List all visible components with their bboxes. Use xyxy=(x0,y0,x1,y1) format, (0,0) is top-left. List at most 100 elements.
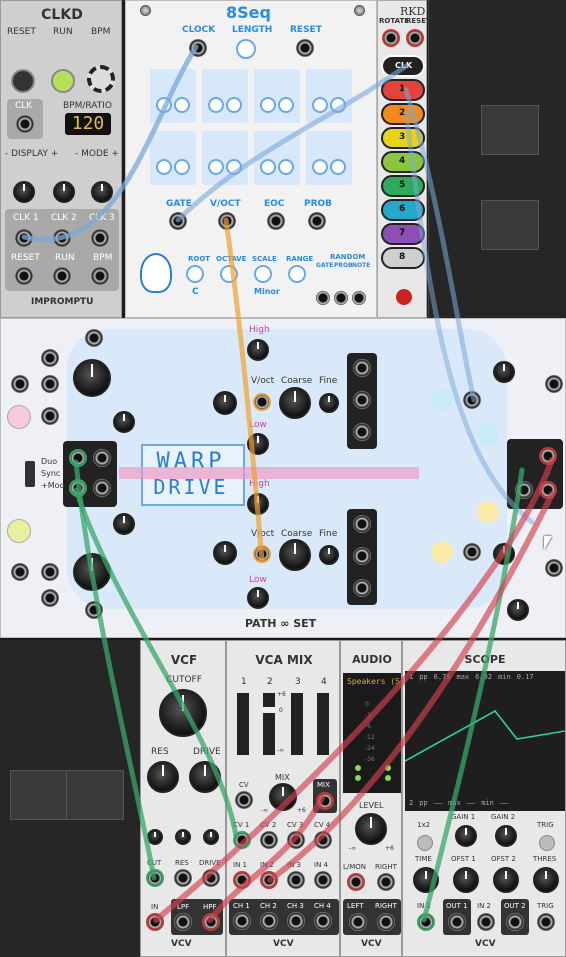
vcamix-in-row-jack[interactable] xyxy=(260,871,278,889)
8seq-step-4[interactable] xyxy=(306,69,352,123)
8seq-random-gate-jack[interactable] xyxy=(316,291,330,305)
vcamix-ch-row-jack[interactable] xyxy=(260,912,278,930)
clkd-knob-3[interactable] xyxy=(91,181,113,203)
step-knob[interactable] xyxy=(156,97,172,113)
8seq-clock-input-jack[interactable] xyxy=(189,39,207,57)
fader-handle[interactable] xyxy=(261,707,277,713)
step-knob[interactable] xyxy=(330,97,346,113)
8seq-length-knob[interactable] xyxy=(236,39,256,59)
warp-right-knob-3[interactable] xyxy=(507,599,529,621)
warp-mode-switch[interactable] xyxy=(25,461,35,487)
vcamix-cv-jack[interactable] xyxy=(235,791,253,809)
scope-trig-button[interactable] xyxy=(539,835,555,851)
8seq-reset-input-jack[interactable] xyxy=(296,39,314,57)
scope-out1-jack[interactable] xyxy=(448,913,466,931)
warp-jack-top-c[interactable] xyxy=(11,375,29,393)
warp-voct-input-jack-bottom[interactable] xyxy=(253,545,271,563)
clkd-run-output-jack[interactable] xyxy=(53,267,71,285)
8seq-step-5[interactable] xyxy=(150,131,196,185)
scope-time-knob[interactable] xyxy=(413,867,439,893)
vcf-hpf-jack[interactable] xyxy=(202,913,220,931)
step-knob[interactable] xyxy=(330,159,346,175)
8seq-scale-knob[interactable] xyxy=(254,265,272,283)
8seq-eoc-output-jack[interactable] xyxy=(267,212,285,230)
vcf-lpf-jack[interactable] xyxy=(174,913,192,931)
scope-1x2-button[interactable] xyxy=(417,835,433,851)
step-knob[interactable] xyxy=(312,97,328,113)
vcamix-fader-2[interactable] xyxy=(261,693,277,755)
warp-right-jack-2[interactable] xyxy=(463,543,481,561)
8seq-voct-output-jack[interactable] xyxy=(218,212,236,230)
clkd-reset-led-button[interactable] xyxy=(11,69,35,93)
scope-gain2-knob[interactable] xyxy=(495,825,517,847)
warp-jack-bottom-a[interactable] xyxy=(85,601,103,619)
clkd-knob-1[interactable] xyxy=(13,181,35,203)
step-knob[interactable] xyxy=(208,159,224,175)
warp-low-knob-bottom[interactable] xyxy=(247,587,269,609)
vcf-drive-input-jack[interactable] xyxy=(202,869,220,887)
8seq-octave-knob[interactable] xyxy=(220,265,238,283)
8seq-random-note-jack[interactable] xyxy=(352,291,366,305)
vcamix-in-row-jack[interactable] xyxy=(233,871,251,889)
8seq-step-8[interactable] xyxy=(306,131,352,185)
warp-out-jack[interactable] xyxy=(353,579,371,597)
vcf-cut-input-jack[interactable] xyxy=(146,869,164,887)
rkd-output-row[interactable]: 8 xyxy=(381,247,425,269)
vcamix-cv-row-jack[interactable] xyxy=(287,831,305,849)
warp-right-jack-3[interactable] xyxy=(545,375,563,393)
warp-io-jack-3[interactable] xyxy=(539,481,557,499)
8seq-random-prob-jack[interactable] xyxy=(334,291,348,305)
warp-jack-top-d[interactable] xyxy=(41,375,59,393)
warp-knob-top-2[interactable] xyxy=(113,411,135,433)
vcamix-ch-row-jack[interactable] xyxy=(287,912,305,930)
warp-jack-bottom-d[interactable] xyxy=(41,563,59,581)
vcf-cut-atten[interactable] xyxy=(147,829,163,845)
audio-lmon-jack[interactable] xyxy=(347,873,365,891)
rkd-output-row[interactable]: 3 xyxy=(381,127,425,149)
warp-jack-top-a[interactable] xyxy=(85,329,103,347)
clkd-clk1-output-jack[interactable] xyxy=(15,229,33,247)
warp-low-knob-top[interactable] xyxy=(247,433,269,455)
warp-fine-knob-top[interactable] xyxy=(319,393,339,413)
8seq-gate-output-jack[interactable] xyxy=(169,212,187,230)
step-knob[interactable] xyxy=(174,97,190,113)
warp-high-knob-bottom[interactable] xyxy=(247,493,269,515)
8seq-step-2[interactable] xyxy=(202,69,248,123)
rkd-output-row[interactable]: 5 xyxy=(381,175,425,197)
8seq-step-7[interactable] xyxy=(254,131,300,185)
clkd-clk3-output-jack[interactable] xyxy=(91,229,109,247)
warp-right-circle-4[interactable] xyxy=(477,501,499,523)
rkd-output-row[interactable]: 1 xyxy=(381,79,425,101)
warp-voct-input-jack-top[interactable] xyxy=(253,393,271,411)
warp-jack-bottom-b[interactable] xyxy=(41,589,59,607)
warp-high-knob-top[interactable] xyxy=(247,339,269,361)
clkd-clk-input-jack[interactable] xyxy=(16,115,34,133)
8seq-step-3[interactable] xyxy=(254,69,300,123)
audio-right-out-jack[interactable] xyxy=(377,913,395,931)
audio-right-in-jack[interactable] xyxy=(377,873,395,891)
warp-out-jack[interactable] xyxy=(353,423,371,441)
8seq-root-knob[interactable] xyxy=(186,265,204,283)
step-knob[interactable] xyxy=(226,159,242,175)
vcf-drive-atten[interactable] xyxy=(203,829,219,845)
step-knob[interactable] xyxy=(226,97,242,113)
clkd-bpm-knob[interactable] xyxy=(87,65,115,93)
scope-trig-jack[interactable] xyxy=(537,913,555,931)
clkd-reset-output-jack[interactable] xyxy=(15,267,33,285)
warp-right-circle-2[interactable] xyxy=(477,423,499,445)
vcamix-mix-output-jack[interactable] xyxy=(316,792,334,810)
warp-io-jack-1[interactable] xyxy=(539,447,557,465)
vcf-res-atten[interactable] xyxy=(175,829,191,845)
warp-mode-jack-4[interactable] xyxy=(93,479,111,497)
step-knob[interactable] xyxy=(174,159,190,175)
scope-in2-jack[interactable] xyxy=(477,913,495,931)
scope-out2-jack[interactable] xyxy=(506,913,524,931)
step-knob[interactable] xyxy=(312,159,328,175)
warp-right-knob-1[interactable] xyxy=(493,361,515,383)
warp-jack-bottom-c[interactable] xyxy=(11,563,29,581)
clkd-clk2-output-jack[interactable] xyxy=(53,229,71,247)
step-knob[interactable] xyxy=(278,159,294,175)
clkd-knob-2[interactable] xyxy=(53,181,75,203)
clkd-bpm-output-jack[interactable] xyxy=(91,267,109,285)
vcamix-cv-row-jack[interactable] xyxy=(314,831,332,849)
